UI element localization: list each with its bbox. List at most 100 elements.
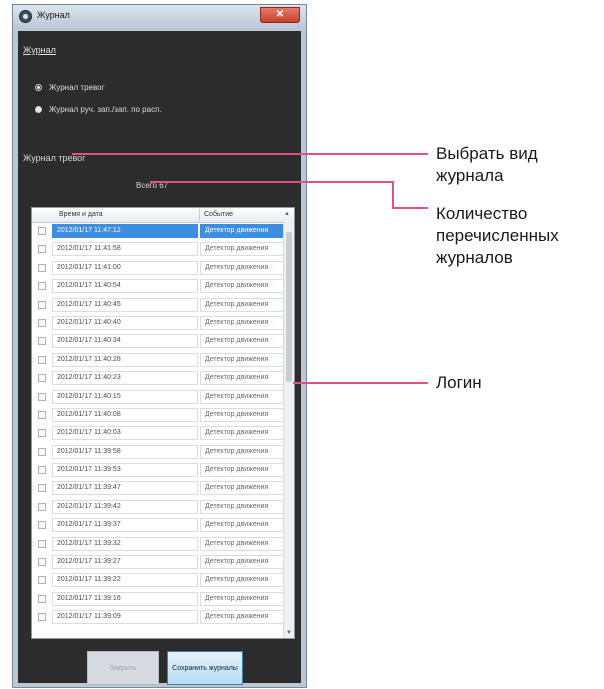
cell-time: 2012/01/17 11:40:15 [52, 389, 198, 404]
row-checkbox[interactable] [38, 594, 46, 603]
window-client-area: Журнал Журнал тревог Журнал руч. зап./за… [18, 31, 301, 685]
cell-event: Детектор движения [200, 352, 284, 367]
cell-time: 2012/01/17 11:41:00 [52, 260, 198, 275]
row-checkbox[interactable] [38, 374, 46, 383]
table-row[interactable]: 2012/01/17 11:40:34 Детектор движения [32, 332, 284, 350]
callout-line-login [293, 382, 428, 384]
cell-time: 2012/01/17 11:40:40 [52, 315, 198, 330]
title-bar: Журнал ✕ [13, 5, 306, 29]
app-icon [19, 10, 32, 23]
scroll-thumb[interactable] [286, 232, 292, 382]
journal-window: Журнал ✕ Журнал Журнал тревог Журнал руч… [12, 4, 307, 688]
cell-time: 2012/01/17 11:40:08 [52, 407, 198, 422]
row-checkbox[interactable] [38, 429, 46, 438]
table-row[interactable]: 2012/01/17 11:41:00 Детектор движения [32, 259, 284, 277]
cell-time: 2012/01/17 11:41:58 [52, 242, 198, 257]
table-row[interactable]: 2012/01/17 11:39:42 Детектор движения [32, 498, 284, 516]
row-checkbox[interactable] [38, 263, 46, 272]
row-checkbox[interactable] [38, 337, 46, 346]
table-row[interactable]: 2012/01/17 11:39:58 Детектор движения [32, 443, 284, 461]
callout-line-count [150, 181, 392, 183]
cell-time: 2012/01/17 11:40:34 [52, 334, 198, 349]
row-checkbox[interactable] [38, 466, 46, 475]
table-row[interactable]: 2012/01/17 11:39:09 Детектор движения [32, 608, 284, 626]
callout-login: Логин [436, 373, 482, 392]
table-row[interactable]: 2012/01/17 11:39:27 Детектор движения [32, 553, 284, 571]
cell-time: 2012/01/17 11:40:03 [52, 426, 198, 441]
cell-time: 2012/01/17 11:39:16 [52, 591, 198, 606]
cell-time: 2012/01/17 11:39:22 [52, 573, 198, 588]
save-logs-button[interactable]: Сохранить журналы [167, 651, 243, 685]
scroll-up-icon[interactable]: ▲ [284, 211, 290, 217]
close-window-button[interactable]: ✕ [260, 7, 300, 23]
cell-time: 2012/01/17 11:40:28 [52, 352, 198, 367]
row-checkbox[interactable] [38, 410, 46, 419]
table-row[interactable]: 2012/01/17 11:39:32 Детектор движения [32, 535, 284, 553]
cell-event: Детектор движения [200, 481, 284, 496]
list-rows: 2012/01/17 11:47:12 Детектор движения 2012… [32, 222, 284, 627]
cell-time: 2012/01/17 11:39:58 [52, 444, 198, 459]
table-row[interactable]: 2012/01/17 11:41:58 Детектор движения [32, 240, 284, 258]
cell-event: Детектор движения [200, 371, 284, 386]
column-header-event[interactable]: Событие [204, 211, 233, 218]
cell-time: 2012/01/17 11:39:47 [52, 481, 198, 496]
row-checkbox[interactable] [38, 484, 46, 493]
row-checkbox[interactable] [38, 300, 46, 309]
close-button[interactable]: Закрыть [87, 651, 159, 685]
cell-event: Детектор движения [200, 536, 284, 551]
table-row[interactable]: 2012/01/17 11:47:12 Детектор движения [32, 222, 284, 240]
row-checkbox[interactable] [38, 245, 46, 254]
radio-manual-schedule-journal[interactable]: Журнал руч. зап./зап. по расп. [35, 105, 162, 114]
radio-button[interactable] [35, 84, 42, 91]
window-title: Журнал [37, 10, 70, 20]
cell-event: Детектор движения [200, 555, 284, 570]
table-row[interactable]: 2012/01/17 11:39:37 Детектор движения [32, 516, 284, 534]
row-checkbox[interactable] [38, 502, 46, 511]
table-row[interactable]: 2012/01/17 11:40:28 Детектор движения [32, 351, 284, 369]
scroll-down-icon[interactable]: ▼ [286, 630, 292, 636]
radio-alarm-journal[interactable]: Журнал тревог [35, 83, 105, 92]
row-checkbox[interactable] [38, 355, 46, 364]
table-row[interactable]: 2012/01/17 11:39:53 Детектор движения [32, 461, 284, 479]
callout-line-select [72, 153, 428, 155]
cell-event: Детектор движения [200, 573, 284, 588]
radio-button[interactable] [35, 106, 42, 113]
row-checkbox[interactable] [38, 318, 46, 327]
cell-event: Детектор движения [200, 260, 284, 275]
table-row[interactable]: 2012/01/17 11:40:23 Детектор движения [32, 369, 284, 387]
row-checkbox[interactable] [38, 521, 46, 530]
cell-event: Детектор движения [200, 297, 284, 312]
table-row[interactable]: 2012/01/17 11:40:08 Детектор движения [32, 406, 284, 424]
table-row[interactable]: 2012/01/17 11:40:15 Детектор движения [32, 388, 284, 406]
table-row[interactable]: 2012/01/17 11:40:45 Детектор движения [32, 296, 284, 314]
table-row[interactable]: 2012/01/17 11:39:22 Детектор движения [32, 571, 284, 589]
cell-time: 2012/01/17 11:39:37 [52, 518, 198, 533]
callout-count: Количество перечисленных журналов [436, 204, 559, 267]
row-checkbox[interactable] [38, 558, 46, 567]
row-checkbox[interactable] [38, 613, 46, 622]
cell-event: Детектор движения [200, 426, 284, 441]
row-checkbox[interactable] [38, 227, 46, 235]
table-row[interactable]: 2012/01/17 11:40:40 Детектор движения [32, 314, 284, 332]
table-row[interactable]: 2012/01/17 11:39:16 Детектор движения [32, 590, 284, 608]
cell-event: Детектор движения [200, 242, 284, 257]
table-row[interactable]: 2012/01/17 11:40:54 Детектор движения [32, 277, 284, 295]
cell-event: Детектор движения [200, 499, 284, 514]
radio-label: Журнал руч. зап./зап. по расп. [49, 105, 162, 114]
cell-event: Детектор движения [200, 610, 284, 625]
table-row[interactable]: 2012/01/17 11:40:03 Детектор движения [32, 424, 284, 442]
cell-time: 2012/01/17 11:40:45 [52, 297, 198, 312]
row-checkbox[interactable] [38, 447, 46, 456]
journal-list[interactable]: Время и дата Событие ▲ 2012/01/17 11:47:… [31, 207, 295, 639]
table-row[interactable]: 2012/01/17 11:39:47 Детектор движения [32, 479, 284, 497]
row-checkbox[interactable] [38, 576, 46, 585]
row-checkbox[interactable] [38, 282, 46, 291]
column-header-time[interactable]: Время и дата [59, 211, 103, 218]
row-checkbox[interactable] [38, 539, 46, 548]
cell-event: Детектор движения [200, 463, 284, 478]
cell-time: 2012/01/17 11:40:23 [52, 371, 198, 386]
list-scrollbar[interactable]: ▼ [283, 222, 294, 638]
row-checkbox[interactable] [38, 392, 46, 401]
column-divider[interactable] [199, 209, 200, 221]
cell-event: Детектор движения [200, 334, 284, 349]
